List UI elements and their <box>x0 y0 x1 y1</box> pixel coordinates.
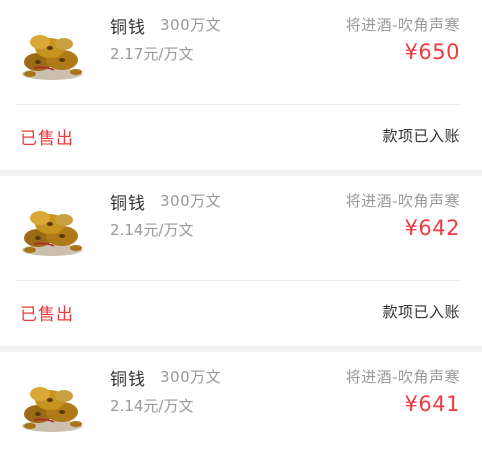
order-summary[interactable]: 铜钱 300万文 2.14元/万文 将进酒-吹角声寒 ¥642 <box>0 176 482 280</box>
server-name: 将进酒-吹角声寒 <box>345 16 460 34</box>
unit-price: 2.17元/万文 <box>110 45 194 63</box>
copper-coins-icon <box>22 387 82 432</box>
order-price: ¥641 <box>404 392 460 416</box>
order-card[interactable]: 铜钱 300万文 2.17元/万文 将进酒-吹角声寒 ¥650 已售出 款项已入… <box>0 0 482 170</box>
order-status: 已售出 <box>20 305 74 325</box>
copper-coins-icon <box>22 35 82 80</box>
item-quantity: 300万文 <box>160 368 222 386</box>
order-footer: 已售出 款项已入账 <box>0 280 482 346</box>
item-quantity: 300万文 <box>160 16 222 34</box>
unit-price: 2.14元/万文 <box>110 221 194 239</box>
order-card[interactable]: 铜钱 300万文 2.14元/万文 将进酒-吹角声寒 ¥642 已售出 款项已入… <box>0 176 482 346</box>
unit-price: 2.14元/万文 <box>110 397 194 415</box>
item-name: 铜钱 <box>110 194 146 214</box>
order-summary[interactable]: 铜钱 300万文 2.17元/万文 将进酒-吹角声寒 ¥650 <box>0 0 482 104</box>
server-name: 将进酒-吹角声寒 <box>345 368 460 386</box>
settlement-status: 款项已入账 <box>382 303 460 321</box>
order-card[interactable]: 铜钱 300万文 2.14元/万文 将进酒-吹角声寒 ¥641 <box>0 352 482 452</box>
order-status: 已售出 <box>20 129 74 149</box>
item-name: 铜钱 <box>110 18 146 38</box>
item-quantity: 300万文 <box>160 192 222 210</box>
item-name: 铜钱 <box>110 370 146 390</box>
order-list: 铜钱 300万文 2.17元/万文 将进酒-吹角声寒 ¥650 已售出 款项已入… <box>0 0 482 452</box>
order-summary[interactable]: 铜钱 300万文 2.14元/万文 将进酒-吹角声寒 ¥641 <box>0 352 482 452</box>
copper-coins-icon <box>22 211 82 256</box>
order-price: ¥650 <box>404 40 460 64</box>
order-price: ¥642 <box>404 216 460 240</box>
settlement-status: 款项已入账 <box>382 127 460 145</box>
order-footer: 已售出 款项已入账 <box>0 104 482 170</box>
server-name: 将进酒-吹角声寒 <box>345 192 460 210</box>
